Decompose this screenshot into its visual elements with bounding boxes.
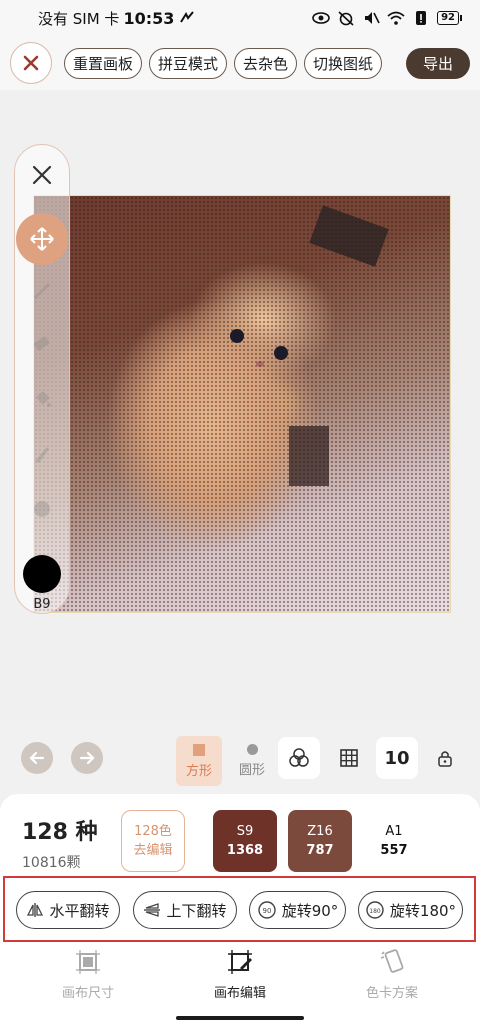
canvas-size-icon <box>76 950 100 974</box>
swatch-s9[interactable]: S9 1368 <box>213 810 277 872</box>
move-arrows-icon <box>30 227 54 251</box>
bucket-icon <box>36 391 51 407</box>
close-icon <box>32 165 52 185</box>
wifi-icon <box>387 11 405 25</box>
sim-alert-icon <box>416 11 427 25</box>
shape-round-option[interactable]: 圆形 <box>232 736 272 786</box>
swatch-z16[interactable]: Z16 787 <box>288 810 352 872</box>
arrow-left-icon <box>29 751 45 765</box>
canvas-control-row: 方形 圆形 10 <box>0 720 480 794</box>
edit-colors-count: 128色 <box>134 824 172 839</box>
flip-vertical-icon <box>144 903 161 917</box>
edit-colors-label: 去编辑 <box>133 843 173 858</box>
fill-tool-button[interactable] <box>28 385 56 413</box>
reset-board-button[interactable]: 重置画板 <box>64 47 143 79</box>
flip-horizontal-button[interactable]: 水平翻转 <box>16 891 120 929</box>
pen-tool-button[interactable] <box>28 275 56 303</box>
palette-circles-icon <box>289 748 309 767</box>
eyedropper-icon <box>34 501 50 517</box>
close-icon <box>23 55 39 71</box>
color-count: 128 种 <box>22 820 98 845</box>
shape-square-label: 方形 <box>185 763 212 779</box>
eraser-icon <box>34 336 50 351</box>
nav-canvas-size[interactable]: 画布尺寸 <box>28 948 148 1001</box>
rotate-90-button[interactable]: 90 旋转90° <box>249 891 346 929</box>
grid-icon <box>340 749 358 767</box>
alarm-off-icon <box>338 11 354 26</box>
rotate-180-button[interactable]: 180 旋转180° <box>358 891 463 929</box>
bottom-sheet: 128 种 10816颗 128色 去编辑 S9 1368 Z16 787 A1… <box>0 794 480 1027</box>
battery-indicator: 92 <box>437 11 462 25</box>
close-button[interactable] <box>10 42 52 84</box>
status-bar: 没有 SIM 卡 10:53 92 <box>0 0 480 36</box>
arrow-right-icon <box>79 751 95 765</box>
svg-text:180: 180 <box>369 908 381 915</box>
canvas-area[interactable]: B9 <box>0 90 480 720</box>
shape-round-label: 圆形 <box>238 763 265 778</box>
flip-vertical-button[interactable]: 上下翻转 <box>133 891 237 929</box>
redo-button[interactable] <box>71 742 103 774</box>
home-indicator[interactable] <box>176 1016 304 1020</box>
switch-pattern-button[interactable]: 切换图纸 <box>304 47 383 79</box>
shape-square-option[interactable]: 方形 <box>176 736 222 786</box>
panel-close-button[interactable] <box>22 155 62 195</box>
color-card-icon <box>380 949 404 973</box>
canvas-edit-icon <box>228 950 252 974</box>
side-tool-panel: B9 <box>14 144 70 614</box>
bead-grid-overlay <box>34 196 450 612</box>
nav-color-card[interactable]: 色卡方案 <box>332 948 452 1001</box>
denoise-button[interactable]: 去杂色 <box>234 47 298 79</box>
battery-level: 92 <box>437 11 459 25</box>
color-palette-button[interactable] <box>278 737 320 779</box>
eraser-tool-button[interactable] <box>28 330 56 358</box>
export-button[interactable]: 导出 <box>405 47 470 79</box>
lock-button[interactable] <box>424 737 466 779</box>
bottom-nav: 画布尺寸 画布编辑 色卡方案 <box>0 948 480 1004</box>
square-shape-icon <box>193 743 205 756</box>
clock-time: 10:53 <box>123 8 175 28</box>
carrier-text: 没有 SIM 卡 <box>38 9 120 28</box>
undo-button[interactable] <box>21 742 53 774</box>
pen-icon <box>34 283 50 299</box>
picker-tool-button[interactable] <box>28 495 56 523</box>
mute-icon <box>365 12 380 24</box>
signal-check-icon <box>180 11 195 23</box>
grid-toggle-button[interactable] <box>328 737 370 779</box>
bead-mode-button[interactable]: 拼豆模式 <box>149 47 228 79</box>
move-tool-button[interactable] <box>16 213 68 265</box>
brush-tool-button[interactable] <box>28 440 56 468</box>
top-toolbar: 重置画板 拼豆模式 去杂色 切换图纸 导出 <box>0 36 480 90</box>
circle-shape-icon <box>246 744 258 755</box>
swatch-a1[interactable]: A1 557 <box>362 810 426 872</box>
nav-canvas-edit[interactable]: 画布编辑 <box>180 948 300 1001</box>
bead-pattern-canvas[interactable] <box>33 195 451 613</box>
eye-icon <box>312 12 330 24</box>
bead-count: 10816颗 <box>22 855 81 871</box>
brush-icon <box>35 447 49 463</box>
rotate-180-icon: 180 <box>366 901 384 919</box>
color-summary: 128 种 10816颗 <box>22 814 98 872</box>
current-color-code: B9 <box>33 597 51 612</box>
lock-icon <box>438 751 452 767</box>
rotate-90-icon: 90 <box>258 901 276 919</box>
current-color-swatch[interactable] <box>23 555 61 593</box>
flip-horizontal-icon <box>27 903 44 917</box>
zoom-level[interactable]: 10 <box>376 737 418 779</box>
svg-text:90: 90 <box>262 907 271 915</box>
edit-colors-button[interactable]: 128色 去编辑 <box>121 810 185 872</box>
